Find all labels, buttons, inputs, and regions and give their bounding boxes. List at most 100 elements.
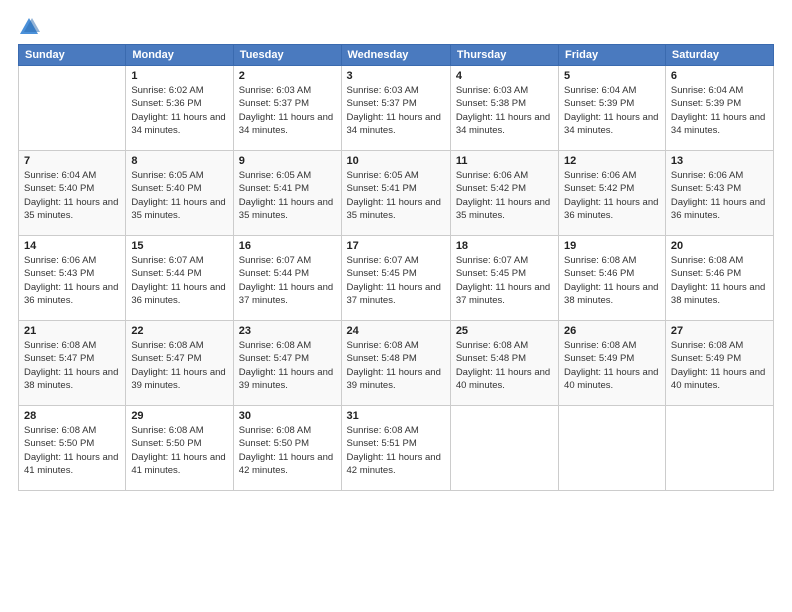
column-header-friday: Friday xyxy=(559,45,666,66)
day-number: 25 xyxy=(456,325,553,337)
day-detail: Sunrise: 6:04 AMSunset: 5:39 PMDaylight:… xyxy=(564,84,660,137)
day-detail: Sunrise: 6:06 AMSunset: 5:42 PMDaylight:… xyxy=(456,169,553,222)
day-number: 9 xyxy=(239,155,336,167)
day-number: 30 xyxy=(239,410,336,422)
column-header-tuesday: Tuesday xyxy=(233,45,341,66)
day-detail: Sunrise: 6:05 AMSunset: 5:40 PMDaylight:… xyxy=(131,169,227,222)
day-number: 10 xyxy=(347,155,445,167)
week-row-1: 1 Sunrise: 6:02 AMSunset: 5:36 PMDaylight… xyxy=(19,66,774,151)
day-cell xyxy=(559,406,666,491)
day-cell: 25 Sunrise: 6:08 AMSunset: 5:48 PMDayligh… xyxy=(450,321,558,406)
day-number: 23 xyxy=(239,325,336,337)
day-detail: Sunrise: 6:04 AMSunset: 5:39 PMDaylight:… xyxy=(671,84,768,137)
day-detail: Sunrise: 6:08 AMSunset: 5:49 PMDaylight:… xyxy=(671,339,768,392)
day-cell: 20 Sunrise: 6:08 AMSunset: 5:46 PMDayligh… xyxy=(665,236,773,321)
day-number: 19 xyxy=(564,240,660,252)
day-cell: 27 Sunrise: 6:08 AMSunset: 5:49 PMDayligh… xyxy=(665,321,773,406)
week-row-3: 14Sunrise: 6:06 AMSunset: 5:43 PMDayligh… xyxy=(19,236,774,321)
day-cell: 29 Sunrise: 6:08 AMSunset: 5:50 PMDayligh… xyxy=(126,406,233,491)
day-number: 24 xyxy=(347,325,445,337)
day-detail: Sunrise: 6:08 AMSunset: 5:47 PMDaylight:… xyxy=(131,339,227,392)
day-number: 3 xyxy=(347,70,445,82)
day-number: 27 xyxy=(671,325,768,337)
day-number: 11 xyxy=(456,155,553,167)
day-number: 1 xyxy=(131,70,227,82)
day-cell: 12 Sunrise: 6:06 AMSunset: 5:42 PMDayligh… xyxy=(559,151,666,236)
day-detail: Sunrise: 6:08 AMSunset: 5:50 PMDaylight:… xyxy=(131,424,227,477)
day-cell: 10 Sunrise: 6:05 AMSunset: 5:41 PMDayligh… xyxy=(341,151,450,236)
day-detail: Sunrise: 6:08 AMSunset: 5:50 PMDaylight:… xyxy=(24,424,120,477)
calendar-table: SundayMondayTuesdayWednesdayThursdayFrid… xyxy=(18,44,774,491)
day-detail: Sunrise: 6:03 AMSunset: 5:37 PMDaylight:… xyxy=(239,84,336,137)
day-cell: 15Sunrise: 6:07 AMSunset: 5:44 PMDayligh… xyxy=(126,236,233,321)
day-cell: 31 Sunrise: 6:08 AMSunset: 5:51 PMDayligh… xyxy=(341,406,450,491)
day-number: 29 xyxy=(131,410,227,422)
day-number: 5 xyxy=(564,70,660,82)
day-detail: Sunrise: 6:08 AMSunset: 5:50 PMDaylight:… xyxy=(239,424,336,477)
day-cell: 2 Sunrise: 6:03 AMSunset: 5:37 PMDaylight… xyxy=(233,66,341,151)
day-number: 13 xyxy=(671,155,768,167)
day-cell: 6 Sunrise: 6:04 AMSunset: 5:39 PMDaylight… xyxy=(665,66,773,151)
day-cell: 17 Sunrise: 6:07 AMSunset: 5:45 PMDayligh… xyxy=(341,236,450,321)
day-cell: 22 Sunrise: 6:08 AMSunset: 5:47 PMDayligh… xyxy=(126,321,233,406)
day-cell: 7Sunrise: 6:04 AMSunset: 5:40 PMDaylight… xyxy=(19,151,126,236)
day-detail: Sunrise: 6:08 AMSunset: 5:51 PMDaylight:… xyxy=(347,424,445,477)
column-header-thursday: Thursday xyxy=(450,45,558,66)
day-number: 4 xyxy=(456,70,553,82)
day-detail: Sunrise: 6:05 AMSunset: 5:41 PMDaylight:… xyxy=(347,169,445,222)
day-number: 26 xyxy=(564,325,660,337)
day-detail: Sunrise: 6:06 AMSunset: 5:42 PMDaylight:… xyxy=(564,169,660,222)
day-cell: 28 Sunrise: 6:08 AMSunset: 5:50 PMDayligh… xyxy=(19,406,126,491)
day-cell: 9 Sunrise: 6:05 AMSunset: 5:41 PMDaylight… xyxy=(233,151,341,236)
column-header-monday: Monday xyxy=(126,45,233,66)
day-cell: 19 Sunrise: 6:08 AMSunset: 5:46 PMDayligh… xyxy=(559,236,666,321)
day-cell xyxy=(19,66,126,151)
logo xyxy=(18,16,44,38)
day-cell: 26Sunrise: 6:08 AMSunset: 5:49 PMDayligh… xyxy=(559,321,666,406)
day-number: 22 xyxy=(131,325,227,337)
day-detail: Sunrise: 6:08 AMSunset: 5:46 PMDaylight:… xyxy=(564,254,660,307)
day-detail: Sunrise: 6:07 AMSunset: 5:45 PMDaylight:… xyxy=(456,254,553,307)
week-row-4: 21Sunrise: 6:08 AMSunset: 5:47 PMDayligh… xyxy=(19,321,774,406)
week-row-5: 28 Sunrise: 6:08 AMSunset: 5:50 PMDayligh… xyxy=(19,406,774,491)
day-number: 20 xyxy=(671,240,768,252)
day-detail: Sunrise: 6:08 AMSunset: 5:48 PMDaylight:… xyxy=(347,339,445,392)
day-cell: 11 Sunrise: 6:06 AMSunset: 5:42 PMDayligh… xyxy=(450,151,558,236)
header xyxy=(18,16,774,38)
page: SundayMondayTuesdayWednesdayThursdayFrid… xyxy=(0,0,792,612)
day-cell: 18 Sunrise: 6:07 AMSunset: 5:45 PMDayligh… xyxy=(450,236,558,321)
day-number: 12 xyxy=(564,155,660,167)
header-row: SundayMondayTuesdayWednesdayThursdayFrid… xyxy=(19,45,774,66)
day-number: 14 xyxy=(24,240,120,252)
day-cell: 3 Sunrise: 6:03 AMSunset: 5:37 PMDaylight… xyxy=(341,66,450,151)
day-number: 17 xyxy=(347,240,445,252)
day-detail: Sunrise: 6:08 AMSunset: 5:47 PMDaylight:… xyxy=(239,339,336,392)
day-number: 31 xyxy=(347,410,445,422)
day-number: 18 xyxy=(456,240,553,252)
week-row-2: 7Sunrise: 6:04 AMSunset: 5:40 PMDaylight… xyxy=(19,151,774,236)
day-detail: Sunrise: 6:06 AMSunset: 5:43 PMDaylight:… xyxy=(671,169,768,222)
day-number: 7 xyxy=(24,155,120,167)
day-cell: 5 Sunrise: 6:04 AMSunset: 5:39 PMDaylight… xyxy=(559,66,666,151)
day-cell xyxy=(665,406,773,491)
day-number: 6 xyxy=(671,70,768,82)
day-number: 2 xyxy=(239,70,336,82)
day-detail: Sunrise: 6:03 AMSunset: 5:37 PMDaylight:… xyxy=(347,84,445,137)
column-header-saturday: Saturday xyxy=(665,45,773,66)
day-detail: Sunrise: 6:03 AMSunset: 5:38 PMDaylight:… xyxy=(456,84,553,137)
day-number: 28 xyxy=(24,410,120,422)
day-cell xyxy=(450,406,558,491)
column-header-wednesday: Wednesday xyxy=(341,45,450,66)
day-cell: 23 Sunrise: 6:08 AMSunset: 5:47 PMDayligh… xyxy=(233,321,341,406)
day-detail: Sunrise: 6:02 AMSunset: 5:36 PMDaylight:… xyxy=(131,84,227,137)
day-cell: 8Sunrise: 6:05 AMSunset: 5:40 PMDaylight… xyxy=(126,151,233,236)
day-cell: 13 Sunrise: 6:06 AMSunset: 5:43 PMDayligh… xyxy=(665,151,773,236)
day-detail: Sunrise: 6:05 AMSunset: 5:41 PMDaylight:… xyxy=(239,169,336,222)
column-header-sunday: Sunday xyxy=(19,45,126,66)
day-cell: 30 Sunrise: 6:08 AMSunset: 5:50 PMDayligh… xyxy=(233,406,341,491)
day-detail: Sunrise: 6:08 AMSunset: 5:48 PMDaylight:… xyxy=(456,339,553,392)
day-detail: Sunrise: 6:07 AMSunset: 5:45 PMDaylight:… xyxy=(347,254,445,307)
day-detail: Sunrise: 6:08 AMSunset: 5:46 PMDaylight:… xyxy=(671,254,768,307)
logo-icon xyxy=(18,16,40,38)
day-number: 16 xyxy=(239,240,336,252)
